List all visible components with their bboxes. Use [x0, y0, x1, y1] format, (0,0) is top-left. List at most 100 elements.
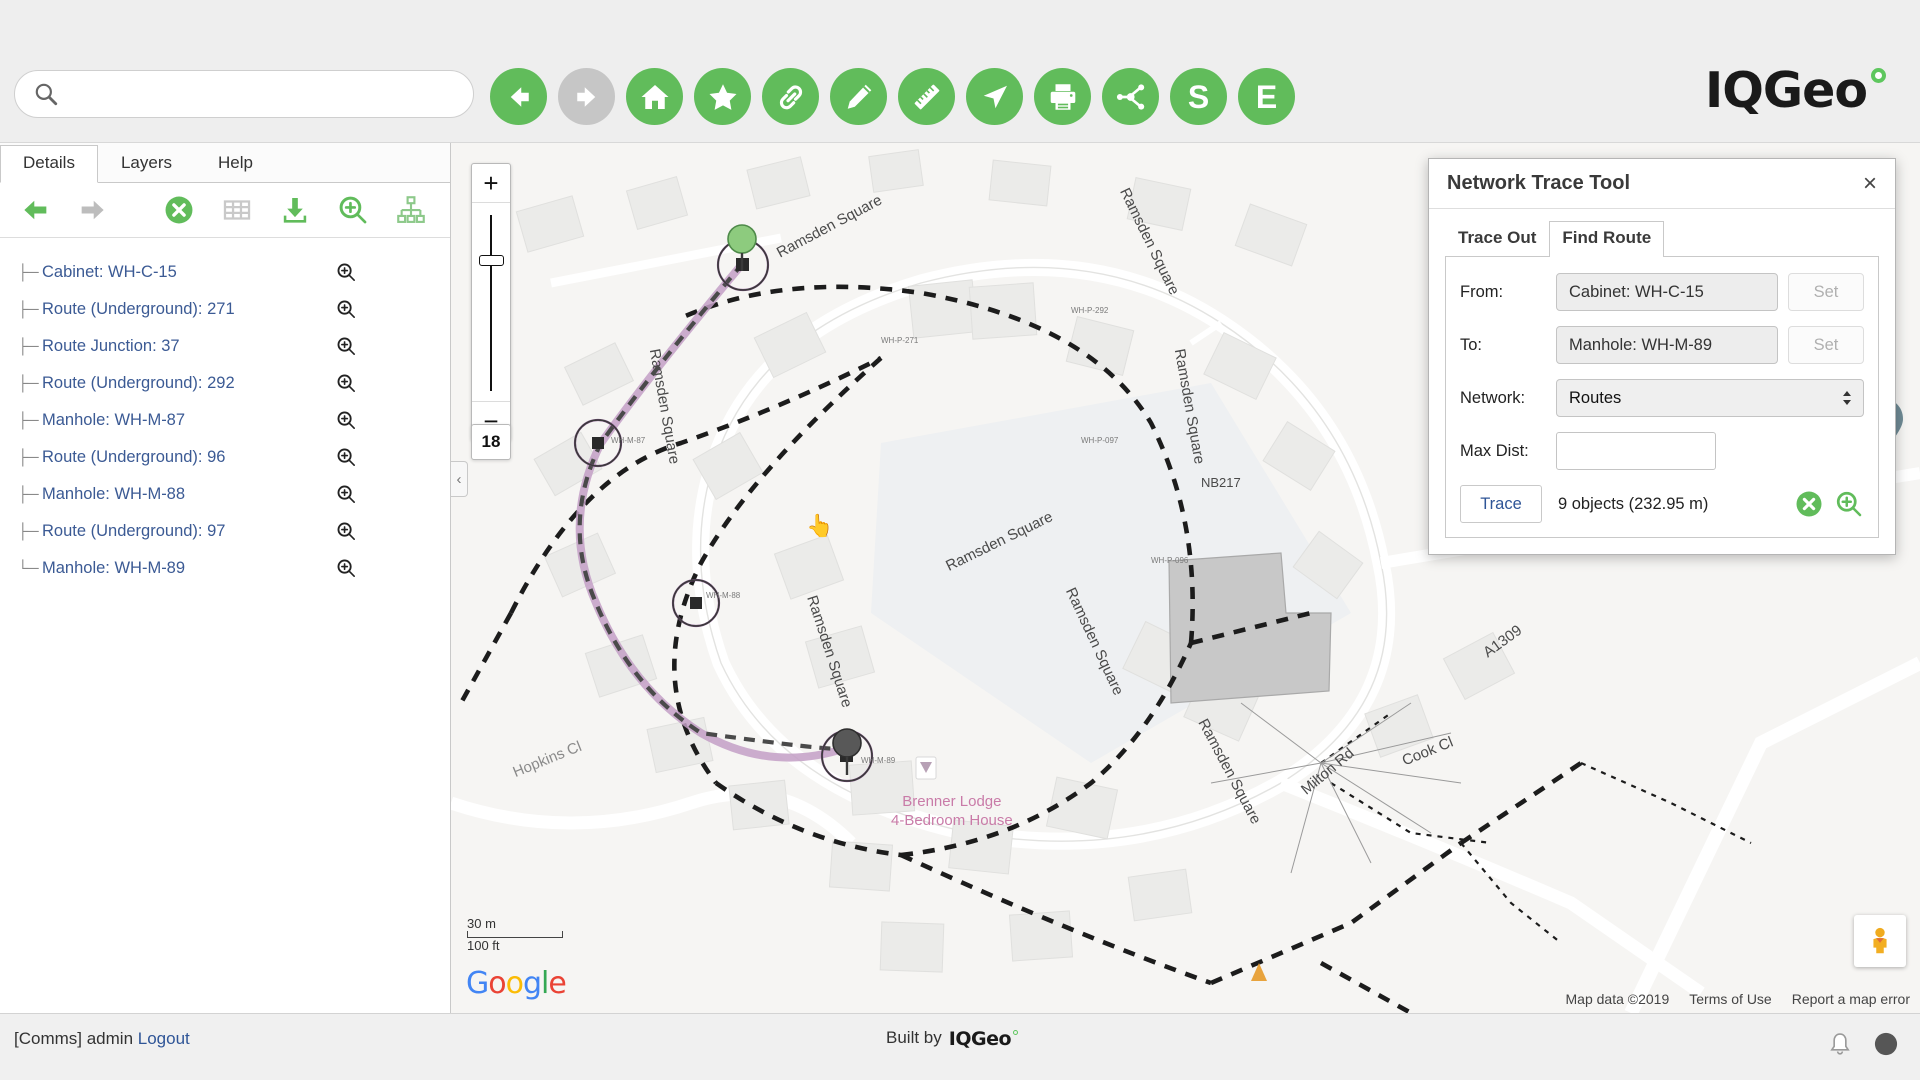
panel-clear-button[interactable]	[162, 193, 196, 227]
row-zoom-icon[interactable]	[335, 335, 358, 358]
list-item[interactable]: ├─ Cabinet: WH-C-15	[0, 254, 450, 291]
report-map-error-link[interactable]: Report a map error	[1792, 991, 1910, 1007]
close-icon[interactable]: ×	[1863, 171, 1877, 196]
trace-result-list: ├─ Cabinet: WH-C-15 ├─ Route (Undergroun…	[0, 238, 450, 587]
from-set-button[interactable]: Set	[1788, 273, 1864, 311]
panel-prev-button[interactable]	[18, 193, 52, 227]
poi-line-2: 4-Bedroom House	[891, 811, 1013, 829]
toolbar-forward-button[interactable]	[558, 68, 615, 125]
trace-button[interactable]: Trace	[1460, 485, 1542, 523]
panel-zoom-to-button[interactable]	[336, 193, 370, 227]
tab-trace-out[interactable]: Trace Out	[1445, 221, 1549, 256]
toolbar-explore-button[interactable]: E	[1238, 68, 1295, 125]
toolbar-print-button[interactable]	[1034, 68, 1091, 125]
map-zoom-in-button[interactable]: +	[472, 164, 510, 202]
list-item[interactable]: ├─ Route (Underground): 271	[0, 291, 450, 328]
settings-circle-icon[interactable]	[1872, 1030, 1900, 1058]
svg-text:WH-M-87: WH-M-87	[611, 436, 646, 445]
toolbar-back-button[interactable]	[490, 68, 547, 125]
poi-label-brenner-lodge: Brenner Lodge 4-Bedroom House	[891, 793, 1013, 831]
tab-layers[interactable]: Layers	[98, 145, 195, 182]
list-item-label[interactable]: Manhole: WH-M-89	[42, 559, 185, 578]
svg-text:WH-M-88: WH-M-88	[706, 591, 741, 600]
map-zoom-slider[interactable]	[472, 202, 510, 402]
toolbar-street-button[interactable]: S	[1170, 68, 1227, 125]
tab-find-route[interactable]: Find Route	[1549, 221, 1665, 257]
map-zoom-control[interactable]: + −	[471, 163, 511, 441]
to-set-button[interactable]: Set	[1788, 326, 1864, 364]
list-item-label[interactable]: Route (Underground): 292	[42, 374, 235, 393]
network-row: Network: Routes	[1460, 379, 1864, 417]
list-item[interactable]: ├─ Manhole: WH-M-87	[0, 402, 450, 439]
scale-bar-line	[467, 931, 563, 938]
global-search[interactable]	[14, 70, 474, 118]
trace-actions-row: Trace 9 objects (232.95 m)	[1460, 485, 1864, 523]
tab-details[interactable]: Details	[0, 145, 98, 183]
list-item-label[interactable]: Cabinet: WH-C-15	[42, 263, 177, 282]
panel-download-button[interactable]	[278, 193, 312, 227]
toolbar-measure-button[interactable]	[898, 68, 955, 125]
toolbar-bookmarks-button[interactable]	[694, 68, 751, 125]
zoom-slider-handle[interactable]	[479, 255, 504, 266]
list-item[interactable]: ├─ Route Junction: 37	[0, 328, 450, 365]
to-value[interactable]: Manhole: WH-M-89	[1556, 326, 1778, 364]
row-zoom-icon[interactable]	[335, 409, 358, 432]
list-item-label[interactable]: Manhole: WH-M-88	[42, 485, 185, 504]
list-item[interactable]: ├─ Route (Underground): 292	[0, 365, 450, 402]
toolbar-link-button[interactable]	[762, 68, 819, 125]
notification-bell-icon[interactable]	[1826, 1030, 1854, 1058]
maxdist-input[interactable]	[1556, 432, 1716, 470]
brand-dot-icon	[1871, 68, 1886, 83]
ruler-icon	[914, 84, 939, 109]
toolbar-locate-button[interactable]	[966, 68, 1023, 125]
panel-collapse-toggle[interactable]: ‹	[451, 461, 468, 497]
panel-next-button[interactable]	[76, 193, 110, 227]
svg-text:WH-P-271: WH-P-271	[881, 336, 919, 345]
toolbar-network-trace-button[interactable]	[1102, 68, 1159, 125]
list-item[interactable]: ├─ Route (Underground): 96	[0, 439, 450, 476]
search-icon	[35, 83, 58, 106]
terms-of-use-link[interactable]: Terms of Use	[1689, 991, 1771, 1007]
row-zoom-icon[interactable]	[335, 298, 358, 321]
main-toolbar: S E	[490, 68, 1295, 125]
to-label: To:	[1460, 335, 1483, 354]
list-item-label[interactable]: Route (Underground): 97	[42, 522, 225, 541]
list-item-label[interactable]: Route Junction: 37	[42, 337, 180, 356]
to-row: To: Manhole: WH-M-89 Set	[1460, 326, 1864, 364]
row-zoom-icon[interactable]	[335, 261, 358, 284]
from-row: From: Cabinet: WH-C-15 Set	[1460, 273, 1864, 311]
search-input[interactable]	[59, 84, 473, 104]
row-zoom-icon[interactable]	[335, 483, 358, 506]
list-item[interactable]: ├─ Route (Underground): 97	[0, 513, 450, 550]
tab-help[interactable]: Help	[195, 145, 276, 182]
network-select[interactable]: Routes	[1556, 379, 1864, 417]
toolbar-edit-button[interactable]	[830, 68, 887, 125]
panel-hierarchy-button[interactable]	[394, 193, 428, 227]
list-item-label[interactable]: Route (Underground): 96	[42, 448, 225, 467]
trace-clear-button[interactable]	[1794, 489, 1824, 519]
paper-plane-icon	[983, 85, 1007, 108]
built-by-dot-icon	[1013, 1030, 1019, 1035]
row-zoom-icon[interactable]	[335, 446, 358, 469]
logout-link[interactable]: Logout	[138, 1029, 190, 1048]
street-view-pegman[interactable]	[1854, 915, 1906, 967]
tree-branch-icon: ├─	[17, 264, 39, 281]
toolbar-home-button[interactable]	[626, 68, 683, 125]
trace-zoom-button[interactable]	[1834, 489, 1864, 519]
panel-table-button[interactable]	[220, 193, 254, 227]
row-zoom-icon[interactable]	[335, 372, 358, 395]
dialog-header: Network Trace Tool ×	[1429, 159, 1895, 209]
row-zoom-icon[interactable]	[335, 520, 358, 543]
svg-text:WH-M-89: WH-M-89	[861, 756, 896, 765]
list-item-label[interactable]: Manhole: WH-M-87	[42, 411, 185, 430]
chevron-updown-icon	[1843, 391, 1851, 405]
network-select-value: Routes	[1569, 388, 1622, 407]
list-item-label[interactable]: Route (Underground): 271	[42, 300, 235, 319]
from-value[interactable]: Cabinet: WH-C-15	[1556, 273, 1778, 311]
star-icon	[709, 83, 736, 110]
maxdist-row: Max Dist:	[1460, 432, 1864, 470]
list-item[interactable]: ├─ Manhole: WH-M-88	[0, 476, 450, 513]
footer-built-by: Built by IQGeo	[886, 1028, 1019, 1050]
row-zoom-icon[interactable]	[335, 557, 358, 580]
list-item[interactable]: └─ Manhole: WH-M-89	[0, 550, 450, 587]
